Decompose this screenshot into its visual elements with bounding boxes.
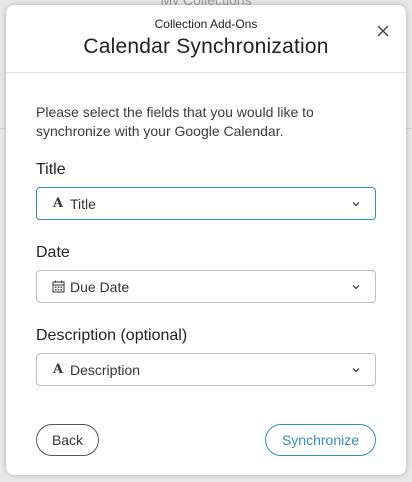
- description-field-value: Description: [70, 361, 141, 378]
- chevron-down-icon: [352, 367, 360, 372]
- modal-body: Please select the fields that you would …: [6, 73, 406, 386]
- date-field-label: Date: [36, 244, 70, 261]
- modal-footer: Back Synchronize: [36, 424, 376, 456]
- instructions-text: Please select the fields that you would …: [36, 104, 314, 139]
- description-field-label: Description (optional): [36, 327, 188, 344]
- close-button[interactable]: [376, 24, 390, 38]
- synchronize-button[interactable]: Synchronize: [265, 424, 376, 456]
- modal-title: Calendar Synchronization: [83, 35, 329, 58]
- close-icon: [377, 25, 389, 37]
- modal-header: Collection Add-Ons Calendar Synchronizat…: [6, 5, 406, 73]
- date-field-select[interactable]: Due Date: [36, 270, 376, 303]
- chevron-down-icon: [352, 284, 360, 289]
- title-field-label: Title: [36, 161, 66, 178]
- title-field-select[interactable]: A Title: [36, 187, 376, 220]
- calendar-sync-modal: Collection Add-Ons Calendar Synchronizat…: [6, 5, 406, 475]
- text-field-icon: A: [52, 362, 64, 377]
- text-field-icon: A: [52, 196, 64, 211]
- calendar-icon: [51, 280, 65, 294]
- back-button[interactable]: Back: [36, 424, 99, 456]
- title-field-value: Title: [70, 195, 96, 212]
- description-field-select[interactable]: A Description: [36, 353, 376, 386]
- date-field-value: Due Date: [70, 278, 130, 295]
- modal-subtitle: Collection Add-Ons: [154, 17, 258, 31]
- chevron-down-icon: [352, 201, 360, 206]
